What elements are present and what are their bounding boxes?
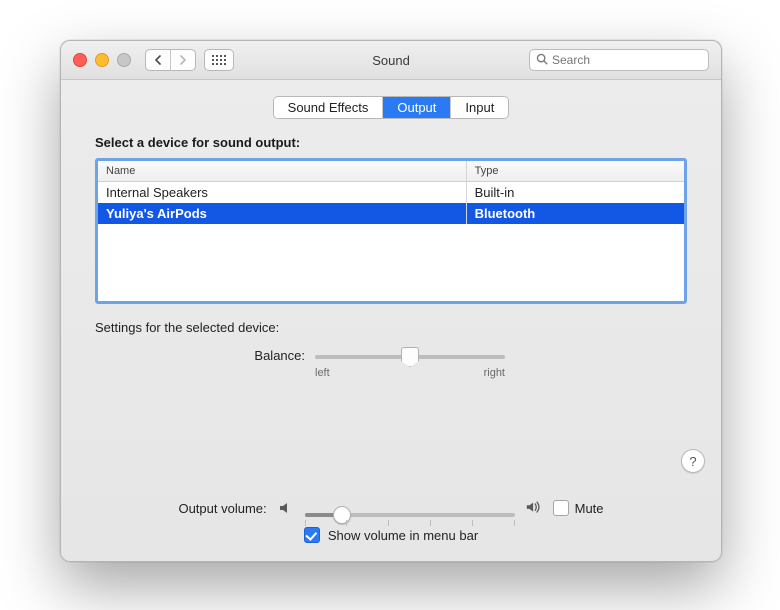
show-volume-menubar-label: Show volume in menu bar bbox=[328, 528, 478, 543]
output-device-table[interactable]: Name Type Internal Speakers Built-in Yul… bbox=[95, 158, 687, 304]
grid-icon bbox=[212, 55, 226, 65]
device-name: Internal Speakers bbox=[98, 182, 467, 203]
back-button[interactable] bbox=[146, 50, 170, 70]
show-all-prefs-button[interactable] bbox=[204, 49, 234, 71]
mute-label: Mute bbox=[575, 501, 604, 516]
output-volume-slider[interactable] bbox=[305, 506, 515, 510]
device-type: Bluetooth bbox=[467, 203, 684, 224]
search-icon bbox=[535, 52, 549, 66]
balance-left-label: left bbox=[315, 367, 330, 379]
balance-slider[interactable] bbox=[315, 349, 505, 353]
balance-right-label: right bbox=[484, 367, 505, 379]
table-row[interactable]: Internal Speakers Built-in bbox=[98, 182, 684, 203]
table-row[interactable]: Yuliya's AirPods Bluetooth bbox=[98, 203, 684, 224]
col-header-name[interactable]: Name bbox=[98, 161, 467, 181]
speaker-low-icon bbox=[277, 499, 295, 517]
search-input[interactable] bbox=[529, 49, 709, 71]
search-box bbox=[529, 49, 709, 71]
mute-checkbox[interactable]: Mute bbox=[553, 500, 604, 516]
device-name: Yuliya's AirPods bbox=[98, 203, 467, 224]
tab-sound-effects[interactable]: Sound Effects bbox=[274, 97, 383, 118]
select-device-heading: Select a device for sound output: bbox=[95, 135, 687, 150]
close-window-button[interactable] bbox=[73, 53, 87, 67]
window-controls bbox=[73, 53, 131, 67]
tab-output[interactable]: Output bbox=[382, 97, 450, 118]
titlebar: Sound bbox=[61, 41, 721, 80]
tabs-segmented: Sound Effects Output Input bbox=[273, 96, 510, 119]
device-type: Built-in bbox=[467, 182, 684, 203]
zoom-window-button[interactable] bbox=[117, 53, 131, 67]
tab-input[interactable]: Input bbox=[450, 97, 508, 118]
balance-label: Balance: bbox=[95, 347, 315, 363]
col-header-type[interactable]: Type bbox=[467, 161, 684, 181]
preferences-window: Sound Sound Effects Output Input Select … bbox=[60, 40, 722, 562]
show-volume-menubar-checkbox[interactable]: Show volume in menu bar bbox=[304, 527, 478, 543]
output-volume-label: Output volume: bbox=[178, 501, 266, 516]
settings-for-device-label: Settings for the selected device: bbox=[95, 320, 687, 335]
help-button[interactable]: ? bbox=[681, 449, 705, 473]
table-header: Name Type bbox=[98, 161, 684, 182]
speaker-high-icon bbox=[525, 499, 543, 517]
minimize-window-button[interactable] bbox=[95, 53, 109, 67]
forward-button[interactable] bbox=[170, 50, 195, 70]
nav-back-forward bbox=[145, 49, 196, 71]
